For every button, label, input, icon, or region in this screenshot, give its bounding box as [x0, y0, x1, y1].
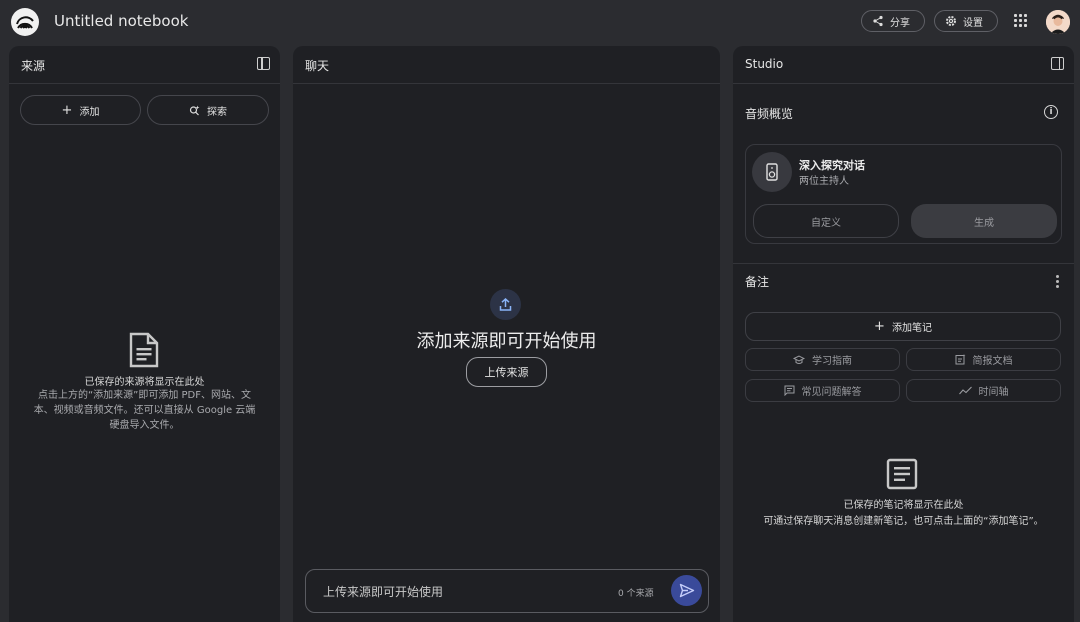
- customize-label: 自定义: [811, 217, 841, 229]
- audio-overview-card: 深入探究对话 两位主持人 自定义 生成: [745, 144, 1062, 244]
- sources-empty-title: 已保存的来源将显示在此处: [84, 377, 205, 388]
- notes-empty-title: 已保存的笔记将显示在此处: [843, 500, 964, 511]
- send-button[interactable]: [671, 575, 702, 606]
- customize-button[interactable]: 自定义: [753, 204, 899, 238]
- collapse-panel-icon[interactable]: [1051, 57, 1064, 70]
- sources-empty-description: 点击上方的“添加来源”即可添加 PDF、网站、文 本、视频或音频文件。还可以直接…: [9, 388, 280, 433]
- more-vert-icon[interactable]: [1055, 275, 1059, 289]
- faq-button[interactable]: 常见问题解答: [745, 379, 900, 402]
- chat-header: 聊天: [293, 46, 720, 84]
- add-note-button[interactable]: + 添加笔记: [745, 312, 1061, 341]
- chat-panel: 聊天 添加来源即可开始使用 上传来源 上传来源即可开始使用 0 个来源: [293, 46, 720, 622]
- study-guide-label: 学习指南: [812, 356, 852, 367]
- plus-icon: +: [61, 102, 73, 118]
- plus-icon: +: [874, 319, 885, 334]
- deep-dive-title: 深入探究对话: [799, 159, 865, 172]
- sources-empty-line: 点击上方的“添加来源”即可添加 PDF、网站、文: [37, 390, 252, 401]
- sources-title: 来源: [21, 59, 46, 73]
- share-label: 分享: [890, 17, 910, 29]
- avatar[interactable]: [1046, 10, 1070, 34]
- settings-label: 设置: [963, 17, 983, 29]
- search-spark-icon: [189, 105, 200, 115]
- notes-title: 备注: [745, 275, 770, 289]
- explore-button[interactable]: 探索: [147, 95, 269, 125]
- explore-label: 探索: [207, 106, 227, 118]
- sources-panel: 来源 + 添加 探索 已保存的来源将显示在此处 点击上方的“添加来源”即可添加 …: [9, 46, 280, 622]
- sources-empty-line: 本、视频或音频文件。还可以直接从 Google 云端: [33, 405, 256, 416]
- deep-dive-subtitle: 两位主持人: [799, 176, 849, 187]
- sources-header: 来源: [9, 46, 280, 84]
- chat-input-box[interactable]: 上传来源即可开始使用 0 个来源: [305, 569, 709, 613]
- studio-header: Studio: [733, 46, 1074, 84]
- sources-empty-line: 硬盘导入文件。: [109, 420, 180, 431]
- source-count: 0 个来源: [618, 589, 654, 599]
- speaker-icon: [752, 152, 792, 192]
- briefing-doc-label: 简报文档: [972, 356, 1013, 367]
- document-spark-icon: [955, 354, 965, 365]
- study-guide-button[interactable]: 学习指南: [745, 348, 900, 371]
- add-note-label: 添加笔记: [891, 323, 932, 334]
- notes-empty-description: 可通过保存聊天消息创建新笔记，也可点击上面的“添加笔记”。: [763, 516, 1044, 527]
- settings-button[interactable]: 设置: [934, 10, 998, 32]
- note-icon: [886, 458, 918, 490]
- top-bar: Untitled notebook 分享 设置: [0, 0, 1080, 44]
- upload-source-label: 上传来源: [484, 366, 529, 379]
- divider: [733, 263, 1074, 264]
- notebook-title[interactable]: Untitled notebook: [54, 12, 188, 30]
- info-icon[interactable]: i: [1044, 105, 1058, 119]
- studio-title: Studio: [745, 57, 784, 71]
- chat-title: 聊天: [305, 59, 330, 73]
- faq-label: 常见问题解答: [801, 387, 862, 398]
- document-icon: [129, 332, 159, 368]
- add-source-button[interactable]: + 添加: [20, 95, 141, 125]
- upload-source-button[interactable]: 上传来源: [466, 357, 547, 387]
- add-source-label: 添加: [79, 106, 100, 118]
- collapse-panel-icon[interactable]: [257, 57, 270, 70]
- upload-icon: [490, 289, 521, 320]
- timeline-icon: [958, 386, 972, 395]
- audio-overview-title: 音频概览: [745, 107, 794, 121]
- send-icon: [679, 583, 695, 598]
- chat-input-placeholder[interactable]: 上传来源即可开始使用: [323, 583, 443, 600]
- apps-grid-icon[interactable]: [1014, 14, 1028, 28]
- gear-icon: [946, 16, 956, 26]
- generate-button[interactable]: 生成: [911, 204, 1057, 238]
- chat-empty-heading: 添加来源即可开始使用: [416, 331, 597, 352]
- graduation-cap-icon: [793, 354, 805, 364]
- notebooklm-logo-icon[interactable]: [11, 8, 39, 36]
- timeline-button[interactable]: 时间轴: [906, 379, 1061, 402]
- studio-panel: Studio 音频概览 i 深入探究对话 两位主持人 自定义 生成 备注 + 添…: [733, 46, 1074, 622]
- briefing-doc-button[interactable]: 简报文档: [906, 348, 1061, 371]
- generate-label: 生成: [974, 217, 994, 229]
- timeline-label: 时间轴: [978, 387, 1009, 398]
- chat-bubble-icon: [784, 385, 794, 396]
- share-icon: [873, 15, 883, 27]
- share-button[interactable]: 分享: [861, 10, 925, 32]
